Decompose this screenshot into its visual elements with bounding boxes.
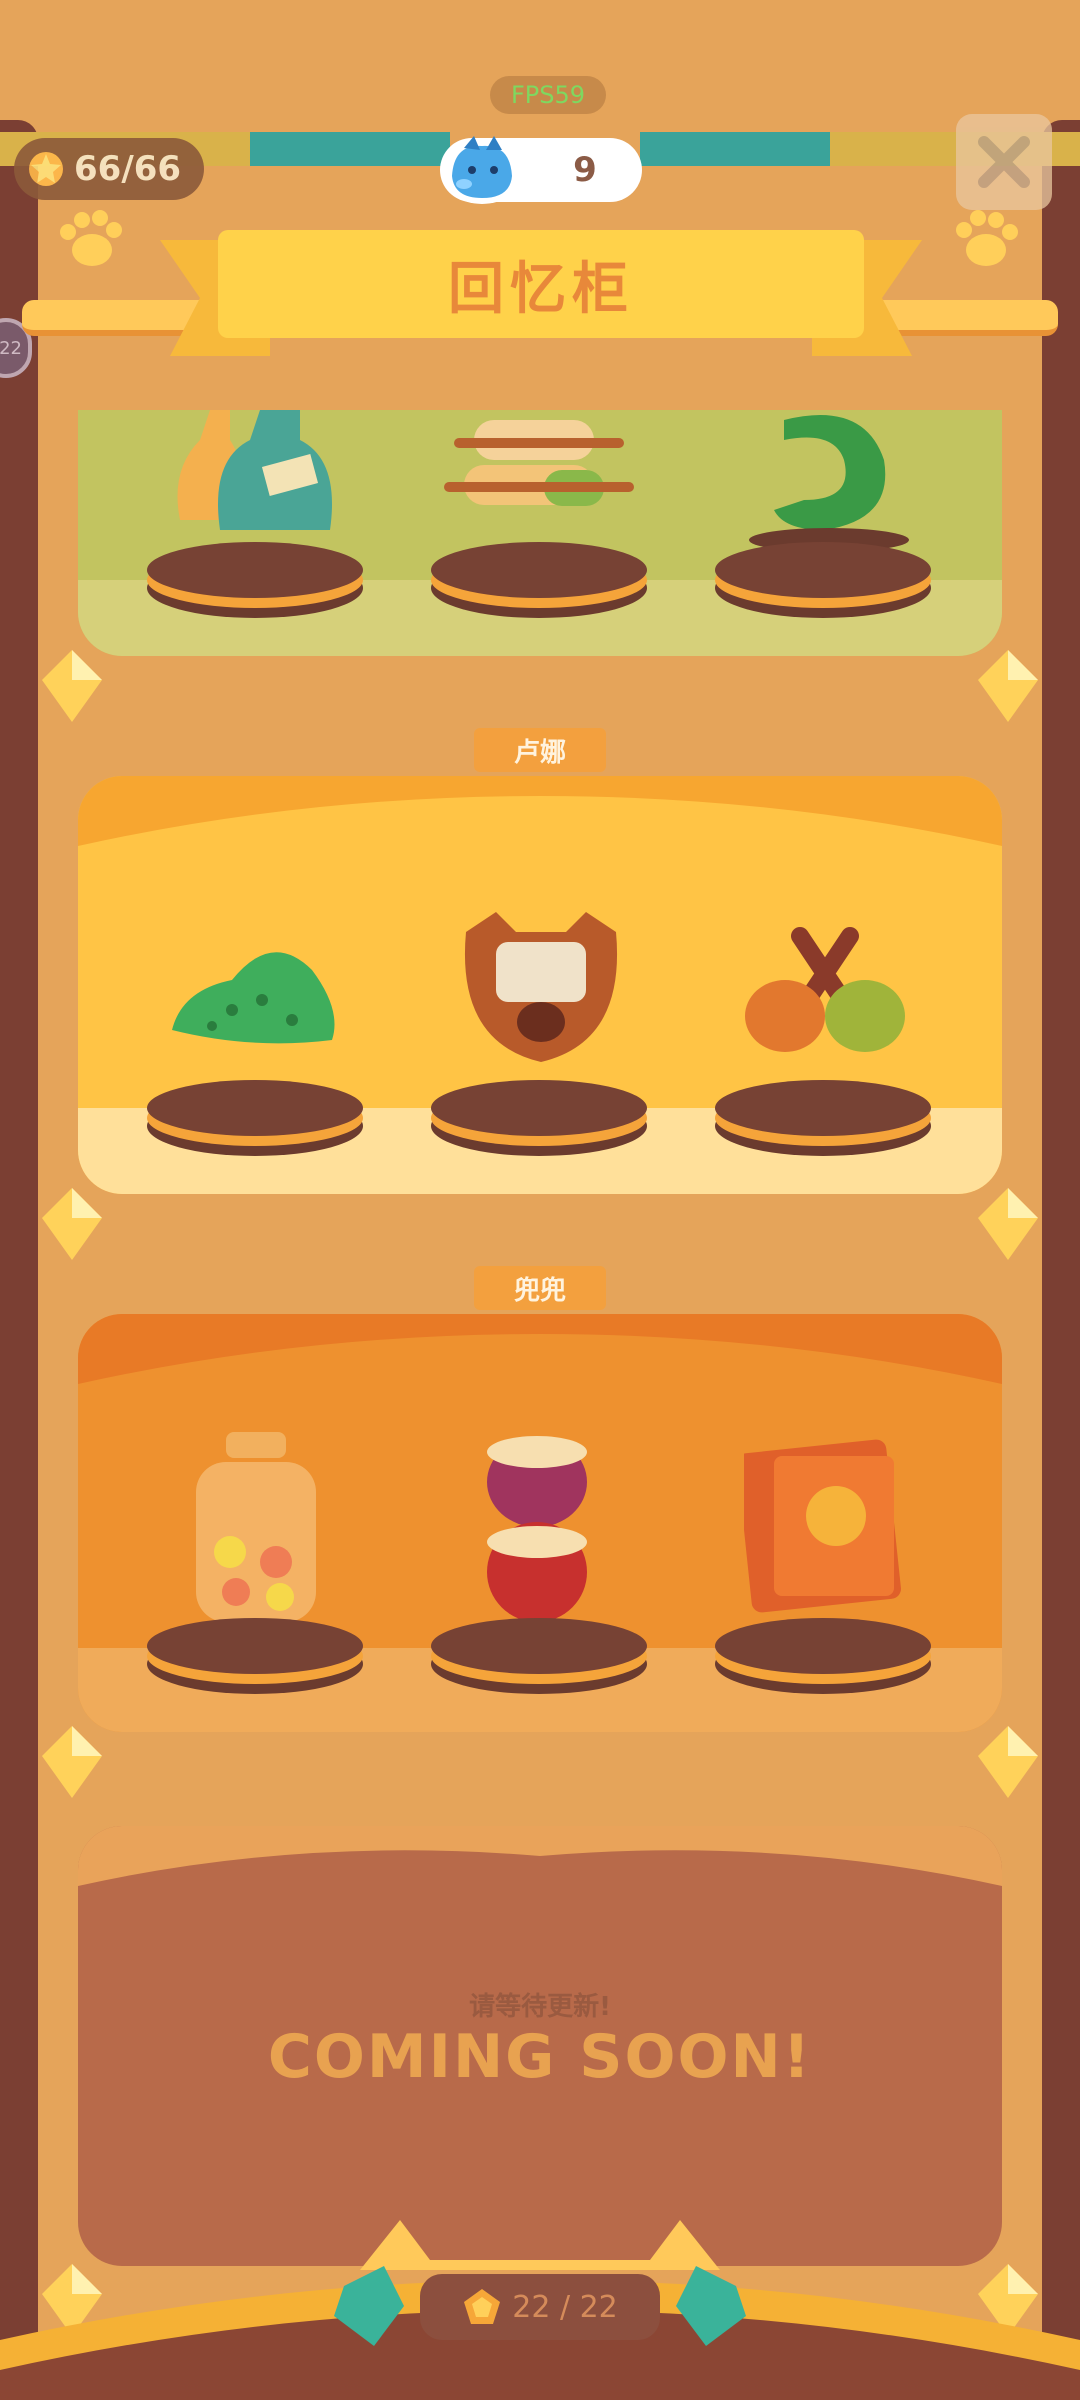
pedestal <box>147 1618 363 1694</box>
pedestal <box>147 1080 363 1156</box>
top-stripe <box>250 132 450 166</box>
candy-jar-icon[interactable] <box>196 1432 316 1622</box>
shelf-label-doudou: 兜兜 <box>474 1266 606 1310</box>
right-frame <box>1042 120 1080 2400</box>
energy-counter[interactable]: 66/66 <box>14 138 204 200</box>
close-button[interactable] <box>956 114 1052 210</box>
left-frame <box>0 120 38 2400</box>
pedestal <box>715 1080 931 1156</box>
blue-critter-icon <box>442 136 522 204</box>
energy-value: 66/66 <box>74 149 182 189</box>
pedestal <box>715 542 931 618</box>
paw-icon <box>956 210 1018 266</box>
coming-soon-subtitle: 请等待更新! <box>469 1992 611 2022</box>
orange-book-icon[interactable] <box>744 1436 904 1616</box>
green-slime-icon[interactable] <box>172 930 342 1050</box>
scrolls-icon[interactable] <box>444 410 634 530</box>
maracas-icon[interactable] <box>740 926 910 1056</box>
gem-left-icon <box>334 2266 404 2346</box>
pedestal <box>147 542 363 618</box>
pedestal <box>431 542 647 618</box>
green-dragon-icon[interactable] <box>744 400 914 550</box>
gem-right-icon <box>676 2266 746 2346</box>
bottles-icon[interactable] <box>170 410 350 540</box>
diamond-icon <box>978 1188 1038 1260</box>
pentagon-gem-icon <box>464 2289 501 2324</box>
shelf-label-luna: 卢娜 <box>474 728 606 772</box>
coming-soon-title: COMING SOON! <box>267 2022 813 2092</box>
top-stripe <box>640 132 830 166</box>
sun-star-icon <box>29 152 63 186</box>
diamond-icon <box>978 1726 1038 1798</box>
collection-progress: 22 / 22 <box>420 2274 660 2340</box>
progress-value: 22 / 22 <box>512 2289 618 2325</box>
gem-counter[interactable]: 9 <box>440 136 642 204</box>
diamond-icon <box>42 1726 102 1798</box>
diamond-icon <box>42 1188 102 1260</box>
title-banner: 回忆柜 <box>218 230 864 338</box>
pedestal <box>715 1618 931 1694</box>
page-title: 回忆柜 <box>448 256 634 322</box>
fps-counter: FPS59 <box>490 76 606 114</box>
kalimba-icon[interactable] <box>456 912 626 1062</box>
close-icon <box>978 136 1030 188</box>
diamond-icon <box>42 650 102 722</box>
stacked-dolls-icon[interactable] <box>482 1432 592 1622</box>
paw-icon <box>60 210 122 266</box>
pedestal <box>431 1618 647 1694</box>
diamond-icon <box>978 650 1038 722</box>
gem-value: 9 <box>573 150 597 190</box>
pedestal <box>431 1080 647 1156</box>
